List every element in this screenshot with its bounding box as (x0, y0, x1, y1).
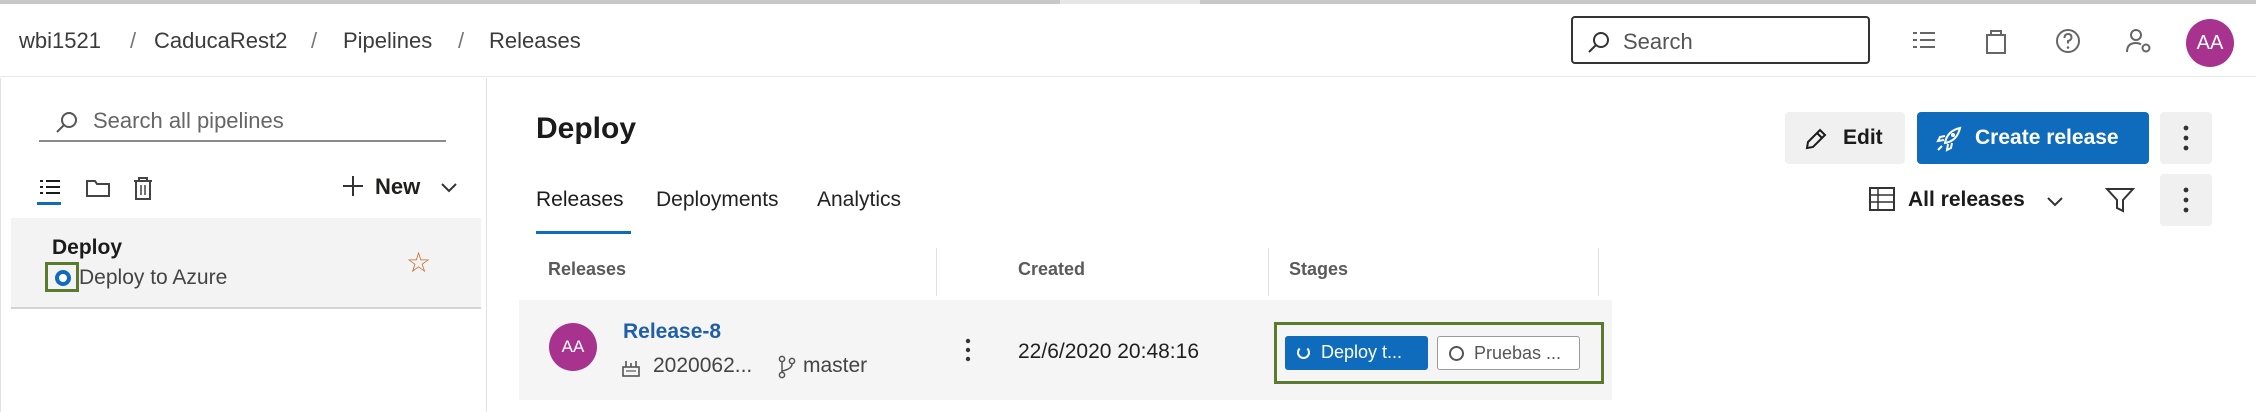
more-vertical-icon (2183, 187, 2189, 213)
more-vertical-icon[interactable] (965, 338, 971, 362)
column-header-releases: Releases (548, 259, 627, 279)
global-search-input[interactable]: Search (1571, 16, 1870, 64)
help-icon[interactable] (2053, 26, 2083, 56)
create-release-label: Create release (1975, 126, 2119, 149)
list-view-icon[interactable] (38, 176, 62, 200)
rocket-icon (1936, 126, 1962, 152)
new-pipeline-button[interactable]: New (341, 174, 458, 200)
user-avatar[interactable]: AA (2186, 19, 2234, 67)
chevron-down-icon (441, 183, 458, 193)
branch-icon (778, 355, 796, 379)
edit-button[interactable]: Edit (1785, 112, 1905, 164)
tab-analytics[interactable]: Analytics (817, 188, 901, 212)
branch-name: master (803, 354, 868, 377)
build-icon (622, 361, 640, 377)
creator-avatar: AA (549, 323, 597, 371)
breadcrumb-separator: / (458, 28, 465, 53)
top-bar: wbi1521 / CaducaRest2 / Pipelines / Rele… (0, 4, 2256, 77)
stage-deploy-button[interactable]: Deploy t... (1285, 336, 1428, 370)
search-icon (1588, 32, 1609, 53)
folder-icon[interactable] (85, 176, 111, 200)
stages-highlight: Deploy t... Pruebas ... (1274, 322, 1604, 384)
breadcrumb-project[interactable]: CaducaRest2 (154, 28, 287, 54)
breadcrumb-separator: / (130, 28, 137, 53)
pipeline-title: Deploy (52, 236, 123, 259)
new-button-label: New (375, 174, 421, 199)
pipelines-sidebar: Search all pipelines New Deploy Deploy t… (0, 78, 487, 412)
breadcrumb-separator: / (311, 28, 318, 53)
created-date: 22/6/2020 20:48:16 (1018, 340, 1200, 363)
release-view-label: All releases (1908, 188, 2025, 211)
pipeline-search-input[interactable]: Search all pipelines (39, 100, 446, 142)
pipeline-status-highlight (45, 262, 79, 292)
active-tab-indicator (536, 231, 631, 234)
table-row[interactable]: AA Release-8 2020062... master 22/6/2020… (519, 300, 1612, 400)
pipeline-list-item-deploy[interactable]: Deploy Deploy to Azure ☆ (11, 218, 481, 309)
column-header-created: Created (1018, 259, 1086, 279)
column-divider (1268, 248, 1269, 296)
create-release-button[interactable]: Create release (1917, 112, 2149, 164)
stage-pruebas-button[interactable]: Pruebas ... (1437, 336, 1580, 370)
favorite-star-icon[interactable]: ☆ (406, 246, 431, 279)
breadcrumb-organization[interactable]: wbi1521 (19, 28, 101, 54)
breadcrumb-pipelines[interactable]: Pipelines (343, 28, 432, 54)
active-view-indicator (37, 202, 61, 205)
page-title: Deploy (536, 112, 637, 145)
column-header-stages: Stages (1289, 259, 1349, 279)
stage-label: Pruebas ... (1474, 343, 1562, 363)
pipeline-search-placeholder: Search all pipelines (93, 108, 284, 133)
column-divider (936, 248, 937, 296)
breadcrumb-releases[interactable]: Releases (489, 28, 581, 54)
search-icon (56, 112, 77, 133)
more-vertical-icon (2183, 125, 2189, 151)
release-name-link[interactable]: Release-8 (623, 320, 721, 344)
list-settings-icon[interactable] (1909, 26, 1939, 56)
edit-button-label: Edit (1843, 126, 1883, 149)
search-placeholder: Search (1623, 29, 1693, 54)
column-divider (1598, 248, 1599, 296)
not-started-icon (1449, 346, 1464, 361)
user-settings-icon[interactable] (2124, 26, 2154, 56)
page-more-actions-button[interactable] (2160, 112, 2212, 164)
in-progress-icon (55, 270, 71, 286)
chevron-down-icon (2047, 197, 2063, 207)
pipeline-subtitle: Deploy to Azure (79, 266, 228, 289)
plus-icon (343, 176, 363, 196)
filter-icon[interactable] (2105, 186, 2135, 214)
in-progress-icon (1297, 346, 1310, 359)
tab-deployments[interactable]: Deployments (656, 188, 779, 212)
tab-releases[interactable]: Releases (536, 188, 624, 212)
table-view-icon (1869, 187, 1895, 211)
list-more-actions-button[interactable] (2160, 174, 2212, 226)
shopping-bag-icon[interactable] (1981, 26, 2011, 56)
pencil-icon (1805, 128, 1827, 150)
stage-label: Deploy t... (1321, 342, 1403, 362)
trash-icon[interactable] (132, 176, 154, 202)
build-number: 2020062... (653, 354, 753, 377)
release-view-selector[interactable]: All releases (1868, 186, 2063, 217)
